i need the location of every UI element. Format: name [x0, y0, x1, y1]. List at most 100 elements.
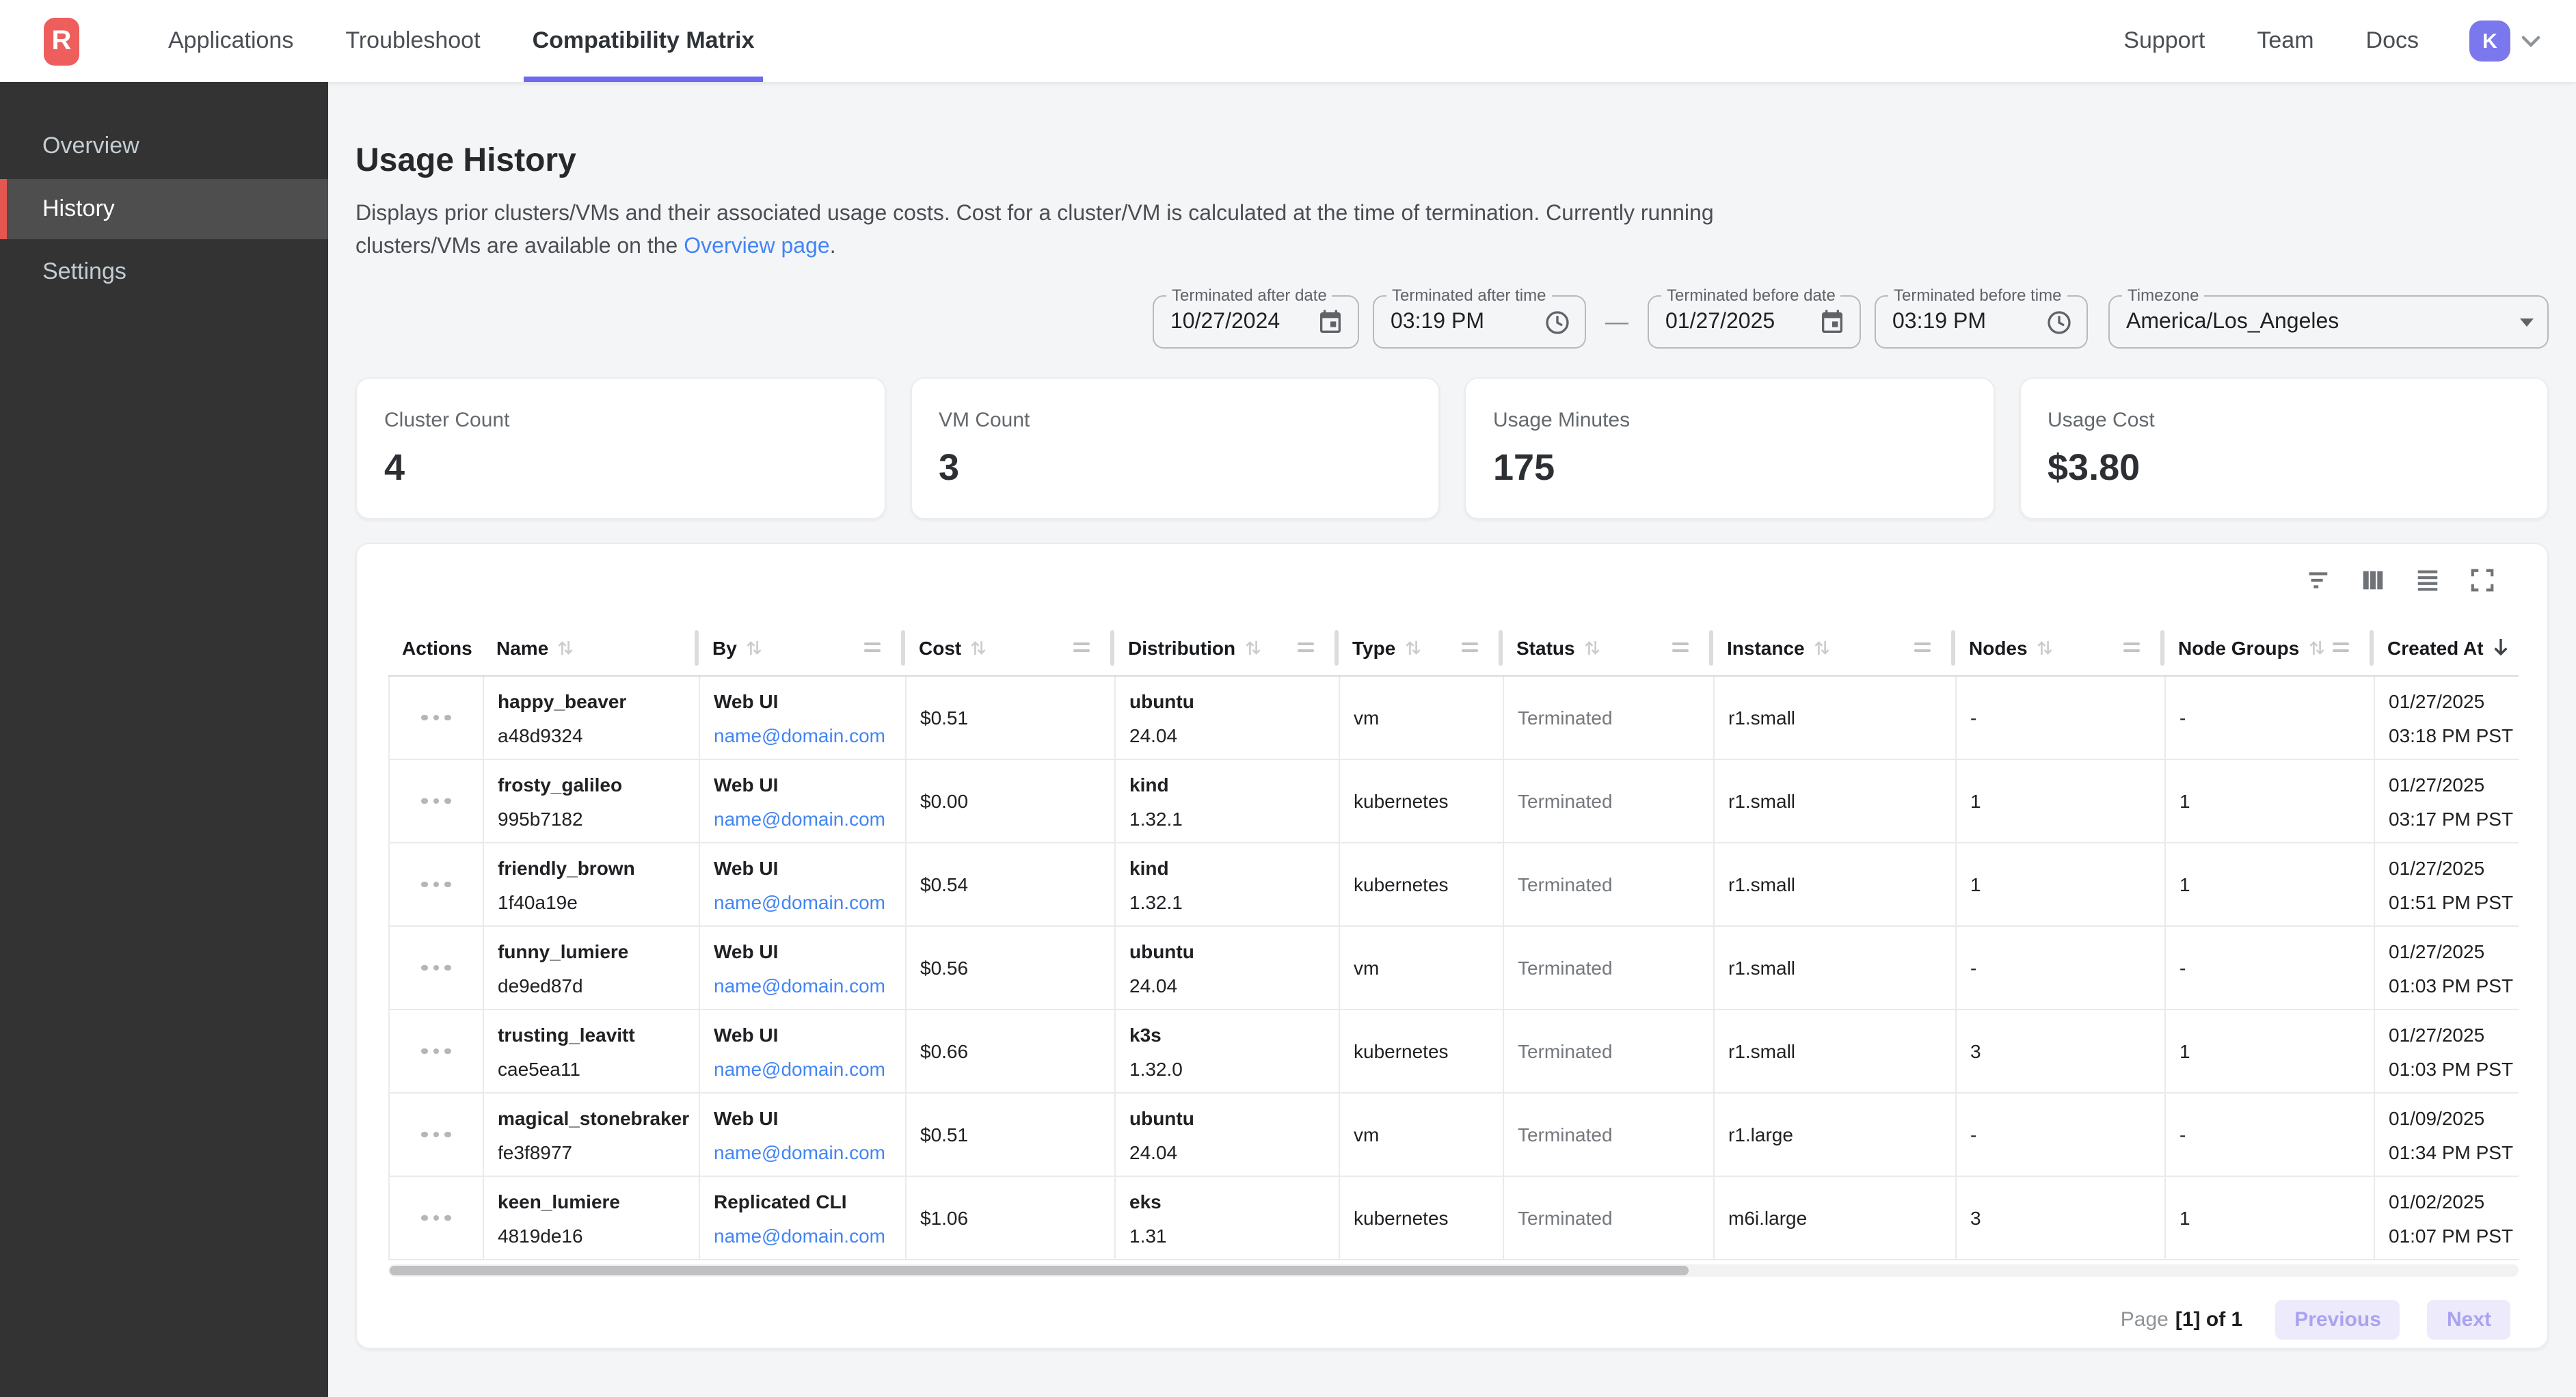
created-by-email-link[interactable]: name@domain.com — [714, 807, 891, 829]
cell-instance: r1.large — [1715, 1094, 1957, 1176]
created-time: 01:03 PM PST — [2389, 974, 2519, 996]
cell-cost: $0.51 — [907, 677, 1116, 759]
cell-actions — [390, 760, 484, 842]
row-actions-button[interactable] — [416, 709, 457, 727]
timezone-select[interactable]: Timezone America/Los_Angeles — [2108, 295, 2549, 349]
cell-status: Terminated — [1504, 843, 1715, 925]
column-resize-handle[interactable] — [2333, 642, 2349, 652]
nav-item-support[interactable]: Support — [2123, 0, 2205, 82]
created-date: 01/27/2025 — [2389, 690, 2519, 711]
column-resize-handle[interactable] — [1073, 642, 1090, 652]
column-header-name[interactable]: Name — [483, 619, 699, 676]
cell-created-at: 01/02/202501:07 PM PST — [2375, 1177, 2519, 1259]
cost-value: $0.54 — [920, 873, 1101, 895]
sidebar-item-history[interactable]: History — [0, 179, 328, 239]
clock-icon[interactable] — [1544, 308, 1571, 336]
cell-distribution: kind1.32.1 — [1116, 843, 1340, 925]
nav-item-compatibility-matrix[interactable]: Compatibility Matrix — [533, 0, 755, 82]
columns-icon[interactable] — [2360, 567, 2386, 593]
row-actions-button[interactable] — [416, 876, 457, 893]
column-resize-handle[interactable] — [1462, 642, 1478, 652]
terminated-before-date-field[interactable]: Terminated before date 01/27/2025 — [1648, 295, 1861, 349]
column-resize-handle[interactable] — [1914, 642, 1931, 652]
column-header-status[interactable]: Status — [1503, 619, 1713, 676]
row-actions-button[interactable] — [416, 1126, 457, 1143]
cluster-name: keen_lumiere — [498, 1190, 685, 1212]
created-by-email-link[interactable]: name@domain.com — [714, 974, 891, 996]
created-by-email-link[interactable]: name@domain.com — [714, 1141, 891, 1163]
column-header-created_at[interactable]: Created At — [2374, 619, 2519, 676]
terminated-after-date-field[interactable]: Terminated after date 10/27/2024 — [1153, 295, 1359, 349]
created-by-email-link[interactable]: name@domain.com — [714, 1057, 891, 1079]
cluster-id: 4819de16 — [498, 1224, 685, 1246]
cluster-id: a48d9324 — [498, 724, 685, 746]
overview-page-link[interactable]: Overview page — [684, 235, 829, 258]
stats-row: Cluster Count 4 VM Count 3 Usage Minutes… — [355, 377, 2549, 519]
status-value: Terminated — [1518, 1040, 1700, 1062]
horizontal-scrollbar[interactable] — [388, 1264, 2519, 1277]
cell-instance: r1.small — [1715, 843, 1957, 925]
cell-node-groups: 1 — [2166, 1010, 2375, 1092]
table-row: funny_lumierede9ed87dWeb UIname@domain.c… — [390, 927, 2519, 1010]
column-resize-handle[interactable] — [1298, 642, 1314, 652]
column-header-distribution[interactable]: Distribution — [1114, 619, 1339, 676]
column-header-by[interactable]: By — [699, 619, 905, 676]
clock-icon[interactable] — [2045, 308, 2073, 336]
stat-card-cluster-count: Cluster Count 4 — [355, 377, 885, 519]
user-avatar[interactable]: K — [2469, 21, 2510, 62]
created-by-source: Web UI — [714, 1107, 891, 1128]
nav-item-applications[interactable]: Applications — [168, 0, 293, 82]
node-groups-value: - — [2179, 707, 2360, 729]
row-actions-button[interactable] — [416, 960, 457, 977]
scrollbar-thumb[interactable] — [390, 1266, 1689, 1275]
distribution-version: 1.32.0 — [1129, 1057, 1325, 1079]
column-header-nodes[interactable]: Nodes — [1955, 619, 2164, 676]
next-page-button[interactable]: Next — [2428, 1300, 2510, 1340]
created-by-source: Web UI — [714, 940, 891, 962]
chevron-down-icon[interactable] — [2521, 35, 2540, 47]
sidebar-item-overview[interactable]: Overview — [0, 116, 328, 176]
nav-item-troubleshoot[interactable]: Troubleshoot — [345, 0, 480, 82]
calendar-icon[interactable] — [1819, 308, 1846, 336]
sort-icon — [1583, 638, 1601, 657]
density-icon[interactable] — [2415, 567, 2441, 593]
node-groups-value: 1 — [2179, 873, 2360, 895]
cell-by: Replicated CLIname@domain.com — [700, 1177, 907, 1259]
column-resize-handle[interactable] — [2123, 642, 2140, 652]
cost-value: $0.56 — [920, 957, 1101, 979]
replicated-logo[interactable]: R — [44, 17, 79, 65]
cell-distribution: kind1.32.1 — [1116, 760, 1340, 842]
nav-item-docs[interactable]: Docs — [2366, 0, 2419, 82]
terminated-after-time-field[interactable]: Terminated after time 03:19 PM — [1373, 295, 1586, 349]
cell-status: Terminated — [1504, 677, 1715, 759]
cell-cost: $1.06 — [907, 1177, 1116, 1259]
created-by-email-link[interactable]: name@domain.com — [714, 724, 891, 746]
node-groups-value: 1 — [2179, 790, 2360, 812]
filter-icon[interactable] — [2305, 567, 2331, 593]
column-resize-handle[interactable] — [1672, 642, 1689, 652]
column-header-instance[interactable]: Instance — [1713, 619, 1955, 676]
created-by-email-link[interactable]: name@domain.com — [714, 891, 891, 912]
column-header-label: Created At — [2387, 636, 2484, 658]
nav-item-team[interactable]: Team — [2257, 0, 2313, 82]
column-header-cost[interactable]: Cost — [905, 619, 1114, 676]
created-by-email-link[interactable]: name@domain.com — [714, 1224, 891, 1246]
previous-page-button[interactable]: Previous — [2275, 1300, 2400, 1340]
created-by-source: Web UI — [714, 690, 891, 711]
terminated-before-time-field[interactable]: Terminated before time 03:19 PM — [1875, 295, 2088, 349]
column-header-type[interactable]: Type — [1339, 619, 1503, 676]
column-header-node_groups[interactable]: Node Groups — [2164, 619, 2374, 676]
column-resize-handle[interactable] — [864, 642, 881, 652]
calendar-icon[interactable] — [1317, 308, 1344, 336]
fullscreen-icon[interactable] — [2469, 567, 2495, 593]
row-actions-button[interactable] — [416, 1043, 457, 1060]
created-time: 01:51 PM PST — [2389, 891, 2519, 912]
cell-cost: $0.56 — [907, 927, 1116, 1009]
instance-value: r1.small — [1728, 873, 1942, 895]
row-actions-button[interactable] — [416, 1210, 457, 1227]
type-value: kubernetes — [1354, 1207, 1489, 1229]
type-value: vm — [1354, 957, 1489, 979]
cell-name: happy_beavera48d9324 — [484, 677, 700, 759]
sidebar-item-settings[interactable]: Settings — [0, 242, 328, 302]
row-actions-button[interactable] — [416, 793, 457, 810]
